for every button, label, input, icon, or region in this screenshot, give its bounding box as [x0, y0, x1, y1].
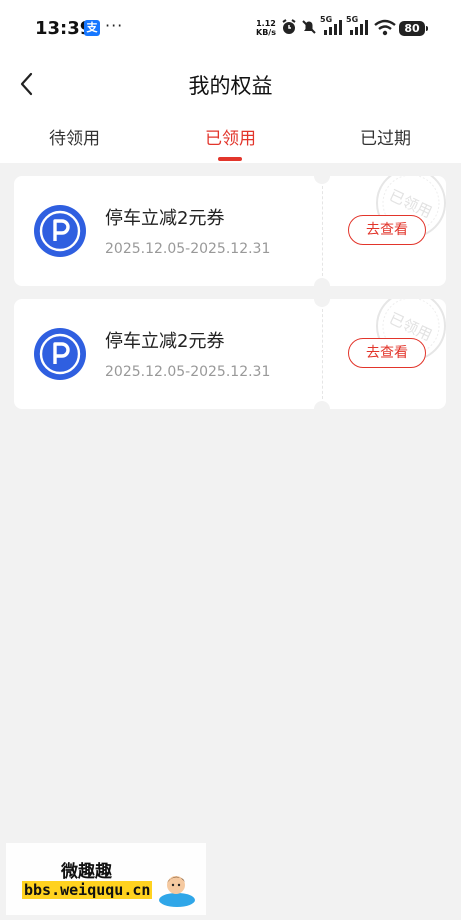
coupon-card: 停车立减2元券 2025.12.05-2025.12.31 已领用 去查看 [14, 291, 446, 417]
view-coupon-button[interactable]: 去查看 [348, 338, 426, 368]
alipay-icon: 支 [84, 20, 100, 36]
watermark-title: 微趣趣 [61, 862, 112, 882]
tab-pending[interactable]: 待领用 [49, 124, 100, 149]
signal-2-icon: 5G [346, 15, 370, 37]
view-coupon-button[interactable]: 去查看 [348, 215, 426, 245]
mascot-icon [159, 876, 195, 907]
network-speed: 1.12 KB/s [256, 19, 276, 37]
coupon-name: 停车立减2元券 [105, 208, 225, 229]
active-tab-indicator [218, 157, 242, 161]
watermark-url: bbs.weiququ.cn [22, 881, 153, 899]
coupon-card: 停车立减2元券 2025.12.05-2025.12.31 已领用 去查看 [14, 168, 446, 294]
parking-icon [34, 205, 86, 257]
signal-1-icon: 5G [320, 15, 344, 37]
coupon-action-area: 已领用 去查看 [322, 176, 446, 286]
coupon-divider [322, 309, 323, 399]
coupon-validity: 2025.12.05-2025.12.31 [105, 241, 271, 257]
mute-icon [302, 20, 316, 34]
tab-claimed[interactable]: 已领用 [205, 124, 256, 149]
page-title: 我的权益 [188, 74, 273, 98]
coupon-name: 停车立减2元券 [105, 331, 225, 352]
watermark: 微趣趣 bbs.weiququ.cn [6, 843, 206, 915]
battery-indicator: 80 [399, 21, 428, 36]
coupon-action-area: 已领用 去查看 [322, 299, 446, 409]
alarm-icon [282, 19, 296, 34]
parking-icon [34, 328, 86, 380]
more-notifications-icon: ··· [105, 16, 124, 35]
coupon-main: 停车立减2元券 2025.12.05-2025.12.31 [14, 176, 322, 286]
coupon-validity: 2025.12.05-2025.12.31 [105, 364, 271, 380]
coupon-main: 停车立减2元券 2025.12.05-2025.12.31 [14, 299, 322, 409]
coupon-divider [322, 186, 323, 276]
status-bar: 13:39 支 ··· 1.12 KB/s 5G 5G 80 [0, 0, 461, 60]
wifi-icon [374, 19, 396, 36]
tab-expired[interactable]: 已过期 [360, 124, 411, 149]
